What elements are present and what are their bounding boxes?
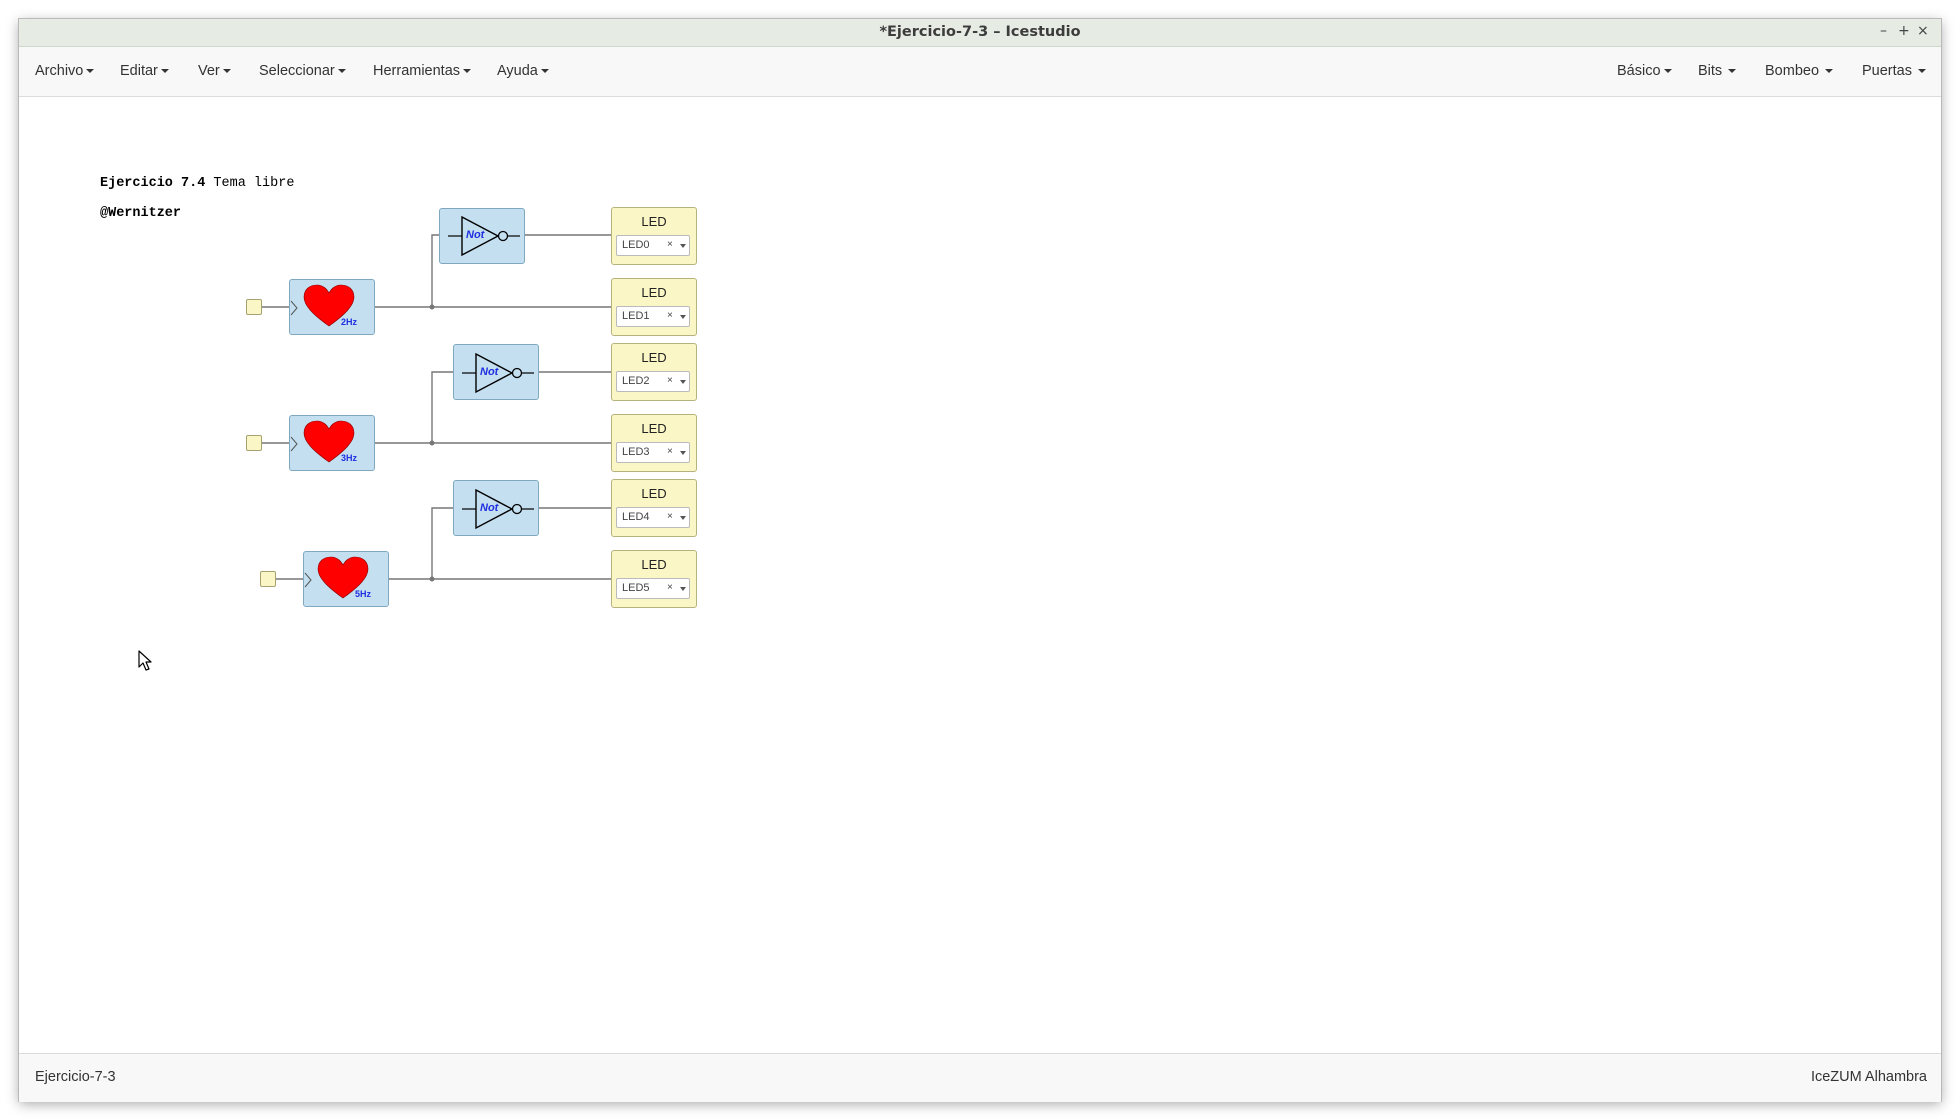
pin-value: LED3: [622, 446, 650, 458]
pin-select[interactable]: LED3 ×: [616, 442, 690, 463]
pin-select[interactable]: LED1 ×: [616, 306, 690, 327]
pin-select[interactable]: LED4 ×: [616, 507, 690, 528]
pin-select[interactable]: LED0 ×: [616, 235, 690, 256]
not-label: Not: [466, 229, 485, 241]
not-gate-block[interactable]: Not: [439, 208, 525, 264]
chevron-down-icon: [463, 69, 472, 74]
heart-icon: [304, 556, 369, 599]
chevron-down-icon: [222, 69, 231, 74]
clear-icon[interactable]: ×: [667, 375, 673, 386]
led-output-block[interactable]: LED LED0 ×: [611, 207, 697, 265]
project-name: Ejercicio-7-3: [35, 1069, 116, 1085]
frequency-label: 5Hz: [355, 589, 372, 599]
clear-icon[interactable]: ×: [667, 239, 673, 250]
led-output-block[interactable]: LED LED4 ×: [611, 479, 697, 537]
frequency-label: 3Hz: [341, 453, 358, 463]
clear-icon[interactable]: ×: [667, 310, 673, 321]
pin-value: LED4: [622, 511, 650, 523]
chevron-down-icon: [1663, 69, 1672, 74]
chevron-down-icon: [1825, 69, 1834, 74]
menu-puertas[interactable]: Puertas: [1862, 63, 1926, 79]
led-title: LED: [641, 214, 667, 229]
heartbeat-block-2hz[interactable]: 2Hz: [289, 279, 375, 335]
pin-select[interactable]: LED2 ×: [616, 371, 690, 392]
board-selector[interactable]: IceZUM Alhambra: [1811, 1069, 1927, 1085]
clear-icon[interactable]: ×: [667, 582, 673, 593]
input-port[interactable]: [260, 571, 276, 587]
pin-value: LED5: [622, 582, 650, 594]
input-port[interactable]: [246, 299, 262, 315]
title-bar: *Ejercicio-7-3 – Icestudio – + ×: [19, 19, 1941, 47]
not-gate-block[interactable]: Not: [453, 480, 539, 536]
menu-archivo[interactable]: Archivo: [35, 63, 95, 79]
chevron-down-icon[interactable]: [680, 516, 686, 520]
not-label: Not: [480, 502, 499, 514]
heartbeat-block-3hz[interactable]: 3Hz: [289, 415, 375, 471]
menu-bits[interactable]: Bits: [1698, 63, 1737, 79]
led-output-block[interactable]: LED LED3 ×: [611, 414, 697, 472]
menu-seleccionar[interactable]: Seleccionar: [259, 63, 346, 79]
pin-value: LED2: [622, 375, 650, 387]
menu-basico[interactable]: Básico: [1617, 63, 1672, 79]
led-title: LED: [641, 285, 667, 300]
chevron-down-icon: [540, 69, 549, 74]
frequency-label: 2Hz: [341, 317, 358, 327]
led-title: LED: [641, 350, 667, 365]
heart-icon: [290, 420, 355, 463]
menu-editar[interactable]: Editar: [120, 63, 169, 79]
chevron-down-icon[interactable]: [680, 380, 686, 384]
chevron-down-icon[interactable]: [680, 315, 686, 319]
led-title: LED: [641, 486, 667, 501]
pin-select[interactable]: LED5 ×: [616, 578, 690, 599]
led-title: LED: [641, 557, 667, 572]
maximize-button[interactable]: +: [1898, 23, 1910, 39]
chevron-down-icon: [337, 69, 346, 74]
status-bar: Ejercicio-7-3 IceZUM Alhambra: [19, 1053, 1941, 1102]
led-title: LED: [641, 421, 667, 436]
input-port[interactable]: [246, 435, 262, 451]
menu-bar: Archivo Editar Ver Seleccionar Herramien…: [19, 47, 1941, 97]
led-output-block[interactable]: LED LED2 ×: [611, 343, 697, 401]
chevron-down-icon: [86, 69, 95, 74]
chevron-down-icon: [1728, 69, 1737, 74]
menu-herramientas[interactable]: Herramientas: [373, 63, 472, 79]
chevron-down-icon[interactable]: [680, 587, 686, 591]
not-label: Not: [480, 366, 499, 378]
not-gate-block[interactable]: Not: [453, 344, 539, 400]
chevron-down-icon: [1917, 69, 1926, 74]
menu-ver[interactable]: Ver: [198, 63, 231, 79]
close-button[interactable]: ×: [1917, 23, 1929, 39]
led-output-block[interactable]: LED LED1 ×: [611, 278, 697, 336]
led-output-block[interactable]: LED LED5 ×: [611, 550, 697, 608]
heart-icon: [290, 284, 355, 327]
pin-value: LED0: [622, 239, 650, 251]
window-title: *Ejercicio-7-3 – Icestudio: [879, 24, 1081, 40]
app-window: *Ejercicio-7-3 – Icestudio – + × Archivo…: [19, 19, 1941, 1102]
chevron-down-icon: [160, 69, 169, 74]
minimize-button[interactable]: –: [1880, 23, 1887, 39]
menu-bombeo[interactable]: Bombeo: [1765, 63, 1834, 79]
chevron-down-icon[interactable]: [680, 244, 686, 248]
menu-ayuda[interactable]: Ayuda: [497, 63, 549, 79]
heartbeat-block-5hz[interactable]: 5Hz: [303, 551, 389, 607]
clear-icon[interactable]: ×: [667, 511, 673, 522]
chevron-down-icon[interactable]: [680, 451, 686, 455]
design-canvas[interactable]: Ejercicio 7.4 Tema libre @Wernitzer 2Hz …: [19, 97, 1941, 1053]
pin-value: LED1: [622, 310, 650, 322]
mouse-cursor-icon: [138, 650, 152, 671]
clear-icon[interactable]: ×: [667, 446, 673, 457]
